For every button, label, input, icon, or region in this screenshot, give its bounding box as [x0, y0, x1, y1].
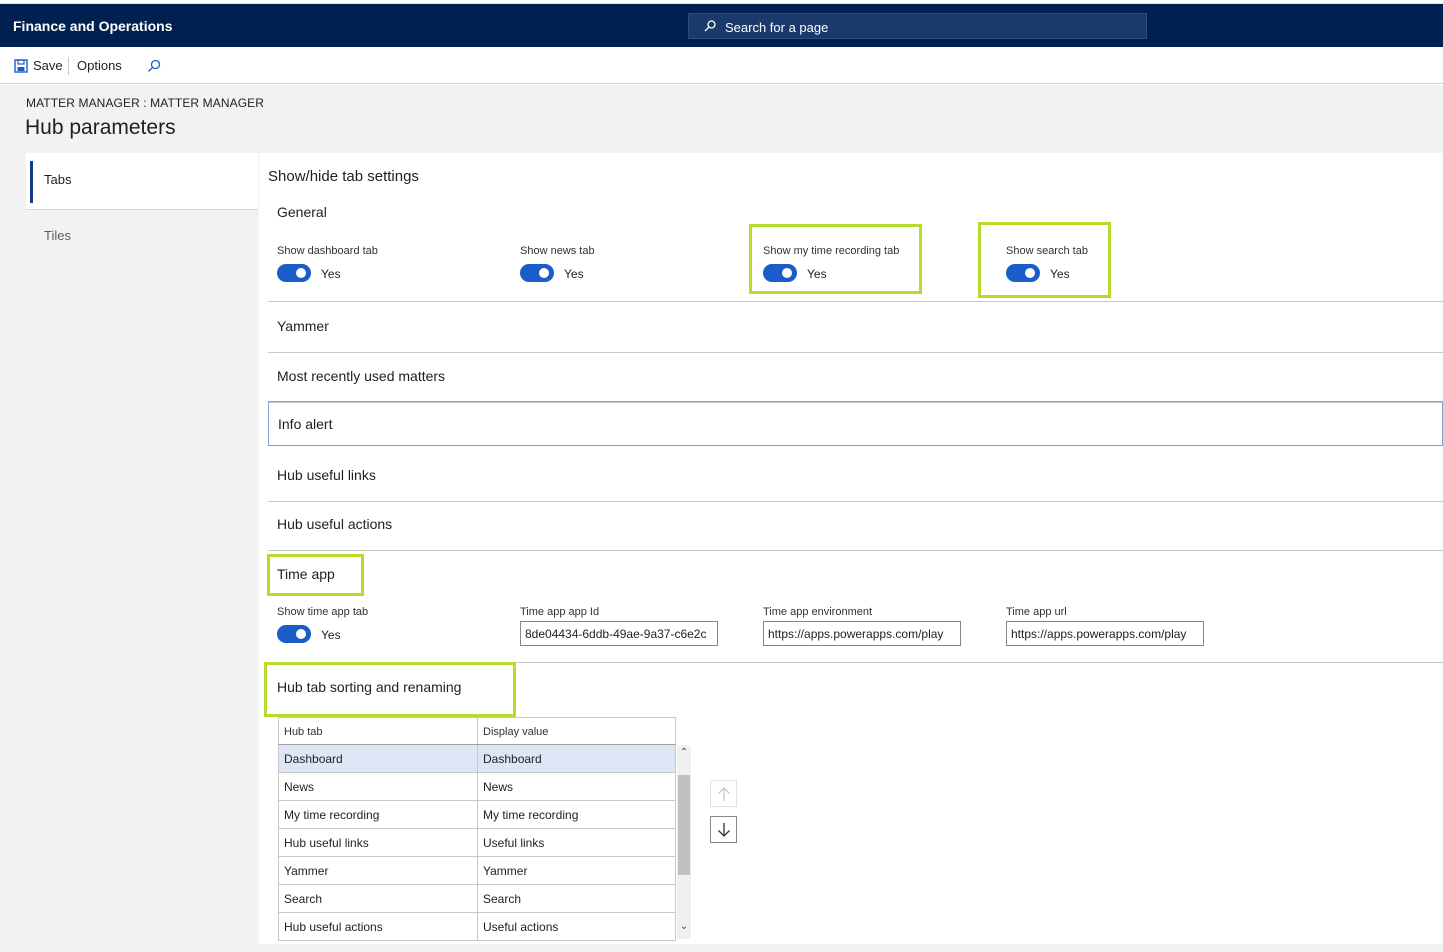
scroll-up-icon[interactable]: ⌃ [678, 747, 690, 761]
show-search-tab-toggle[interactable] [1006, 264, 1040, 282]
fasttab-info-alert[interactable]: Info alert [268, 401, 1443, 446]
fasttab-yammer[interactable]: Yammer [268, 303, 1443, 353]
arrow-up-icon [717, 786, 730, 801]
column-divider [477, 745, 478, 772]
show-time-app-tab-toggle[interactable] [277, 625, 311, 643]
search-input[interactable]: Search for a page [688, 13, 1147, 39]
show-my-time-recording-tab-toggle[interactable] [763, 264, 797, 282]
fasttab-yammer-header: Yammer [277, 318, 329, 334]
hub-tab-cell: Search [284, 892, 323, 906]
content-panel: Show/hide tab settings General Show dash… [259, 153, 1443, 944]
search-placeholder: Search for a page [725, 20, 829, 35]
find-button[interactable] [147, 47, 161, 84]
nav-item-tabs[interactable]: Tabs [26, 153, 258, 210]
time-app-url-label: Time app url [1006, 606, 1067, 618]
highlight-box-time-recording [749, 224, 922, 294]
save-label: Save [33, 58, 63, 73]
column-divider [477, 885, 478, 912]
display-value-cell: Dashboard [483, 752, 542, 766]
table-row[interactable]: Yammer Yammer [278, 857, 676, 885]
move-down-button[interactable] [710, 816, 737, 843]
fasttab-general-header[interactable]: General [277, 204, 327, 220]
column-header-display-value[interactable]: Display value [483, 726, 548, 738]
column-divider [477, 773, 478, 800]
action-pane: Save Options [0, 47, 1443, 84]
show-news-tab-label: Show news tab [520, 245, 595, 257]
breadcrumb: MATTER MANAGER : MATTER MANAGER [26, 96, 264, 110]
column-divider [477, 829, 478, 856]
table-row[interactable]: My time recording My time recording [278, 801, 676, 829]
show-news-tab-value: Yes [564, 267, 584, 281]
find-icon [148, 59, 161, 72]
save-button[interactable]: Save [14, 47, 63, 84]
time-app-environment-input[interactable]: https://apps.powerapps.com/play [763, 621, 961, 646]
show-dashboard-tab-value: Yes [321, 267, 341, 281]
time-app-environment-label: Time app environment [763, 606, 873, 618]
app-bar: Finance and Operations Search for a page [0, 4, 1443, 47]
nav-item-tiles[interactable]: Tiles [44, 228, 71, 243]
fasttab-hub-useful-links-header: Hub useful links [277, 467, 376, 483]
show-dashboard-tab-label: Show dashboard tab [277, 245, 378, 257]
column-divider [477, 801, 478, 828]
fasttab-hub-useful-actions[interactable]: Hub useful actions [268, 502, 1443, 551]
show-my-time-recording-tab-value: Yes [807, 267, 827, 281]
app-title[interactable]: Finance and Operations [13, 18, 172, 34]
show-dashboard-tab-toggle[interactable] [277, 264, 311, 282]
save-icon [14, 58, 28, 73]
hub-tab-cell: News [284, 780, 315, 794]
show-time-app-tab-label: Show time app tab [277, 606, 369, 618]
grid-header: Hub tab Display value [278, 717, 676, 745]
fasttab-hub-useful-links[interactable]: Hub useful links [268, 452, 1443, 502]
display-value-cell: Useful links [483, 836, 545, 850]
toolbar-divider [68, 57, 69, 75]
show-news-tab-toggle[interactable] [520, 264, 554, 282]
table-row[interactable]: News News [278, 773, 676, 801]
hub-tab-cell: My time recording [284, 808, 380, 822]
hub-tab-cell: Dashboard [284, 752, 343, 766]
arrow-down-icon [717, 822, 730, 837]
highlight-box-sorting [264, 662, 516, 717]
search-icon [704, 20, 716, 32]
scroll-down-icon[interactable]: ⌄ [678, 921, 690, 935]
display-value-cell: Yammer [483, 864, 528, 878]
column-divider [477, 857, 478, 884]
fasttab-most-recently-used-matters[interactable]: Most recently used matters [268, 353, 1443, 403]
display-value-cell: Useful actions [483, 920, 559, 934]
highlight-box-search [978, 222, 1111, 298]
grid-scrollbar[interactable]: ⌃ ⌄ [677, 745, 691, 939]
display-value-cell: My time recording [483, 808, 579, 822]
selected-indicator [30, 161, 33, 203]
vertical-tabs: Tabs Tiles [26, 153, 258, 944]
column-header-hub-tab[interactable]: Hub tab [284, 726, 323, 738]
hub-tab-cell: Hub useful actions [284, 920, 383, 934]
show-search-tab-value: Yes [1050, 267, 1070, 281]
options-button[interactable]: Options [77, 47, 122, 84]
display-value-cell: Search [483, 892, 522, 906]
display-value-cell: News [483, 780, 514, 794]
hub-tab-cell: Yammer [284, 864, 329, 878]
time-app-url-input[interactable]: https://apps.powerapps.com/play [1006, 621, 1204, 646]
show-my-time-recording-tab-label: Show my time recording tab [763, 245, 900, 257]
time-app-app-id-label: Time app app Id [520, 606, 600, 618]
content-heading: Show/hide tab settings [268, 168, 419, 185]
fasttab-mru-header: Most recently used matters [277, 368, 446, 384]
nav-item-label: Tabs [44, 172, 72, 187]
page-title: Hub parameters [25, 116, 176, 139]
fasttab-info-alert-header: Info alert [278, 416, 333, 432]
hub-tab-cell: Hub useful links [284, 836, 369, 850]
show-time-app-tab-value: Yes [321, 628, 341, 642]
column-divider [477, 913, 478, 940]
table-row[interactable]: Hub useful actions Useful actions [278, 913, 676, 941]
highlight-box-time-app [267, 554, 364, 596]
table-row[interactable]: Search Search [278, 885, 676, 913]
table-row[interactable]: Dashboard Dashboard [278, 745, 676, 773]
scrollbar-thumb[interactable] [678, 775, 690, 875]
move-up-button[interactable] [710, 780, 737, 807]
time-app-app-id-input[interactable]: 8de04434-6ddb-49ae-9a37-c6e2c [520, 621, 718, 646]
fasttab-hub-useful-actions-header: Hub useful actions [277, 516, 393, 532]
show-search-tab-label: Show search tab [1006, 245, 1088, 257]
column-divider [477, 718, 478, 744]
table-row[interactable]: Hub useful links Useful links [278, 829, 676, 857]
